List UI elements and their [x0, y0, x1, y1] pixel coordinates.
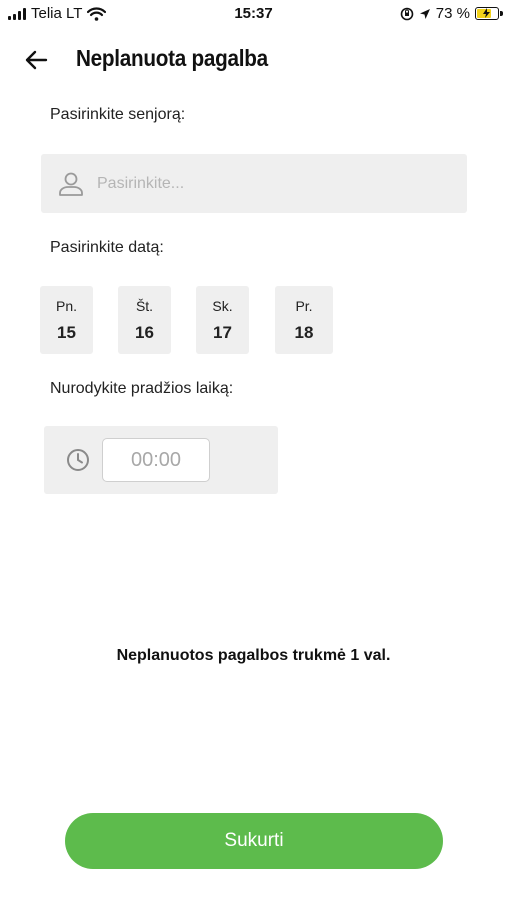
- date-day: 16: [135, 323, 154, 342]
- clock-icon: [67, 449, 89, 471]
- senior-label: Pasirinkite senjorą:: [50, 106, 186, 123]
- battery-percent: 73 %: [435, 5, 470, 22]
- arrow-left-icon: [25, 50, 48, 70]
- date-weekday: Pn.: [55, 298, 77, 314]
- time-picker: [44, 426, 278, 494]
- time-label: Nurodykite pradžios laiką:: [50, 380, 234, 397]
- date-weekday: Sk.: [212, 298, 233, 314]
- date-day: 18: [294, 323, 314, 342]
- user-icon: [59, 172, 83, 196]
- date-weekday: Pr.: [295, 298, 313, 314]
- battery-charging-icon: [475, 7, 503, 20]
- date-option-17[interactable]: Sk. 17: [196, 286, 249, 354]
- app-screen: Telia LT 15:37 73 % Neplanuota pagalba P…: [0, 0, 507, 900]
- start-time-input[interactable]: [102, 438, 210, 482]
- date-weekday: Št.: [135, 298, 154, 314]
- location-arrow-icon: [419, 8, 430, 19]
- senior-select[interactable]: Pasirinkite...: [41, 154, 467, 213]
- status-bar: Telia LT 15:37 73 %: [0, 0, 507, 28]
- date-day: 17: [213, 323, 232, 342]
- orientation-lock-icon: [400, 7, 414, 20]
- senior-placeholder: Pasirinkite...: [97, 174, 185, 192]
- back-button[interactable]: [20, 45, 52, 75]
- date-label: Pasirinkite datą:: [50, 239, 164, 256]
- date-option-15[interactable]: Pn. 15: [40, 286, 93, 354]
- date-day: 15: [57, 323, 76, 342]
- lightning-icon: [483, 8, 490, 18]
- status-right: 73 %: [400, 5, 503, 22]
- duration-note: Neplanuotos pagalbos trukmė 1 val.: [116, 647, 391, 664]
- battery-nub: [500, 11, 503, 16]
- date-option-16[interactable]: Št. 16: [118, 286, 171, 354]
- date-option-18[interactable]: Pr. 18: [275, 286, 333, 354]
- page-title: Neplanuota pagalba: [76, 45, 268, 71]
- create-button[interactable]: Sukurti: [65, 813, 443, 869]
